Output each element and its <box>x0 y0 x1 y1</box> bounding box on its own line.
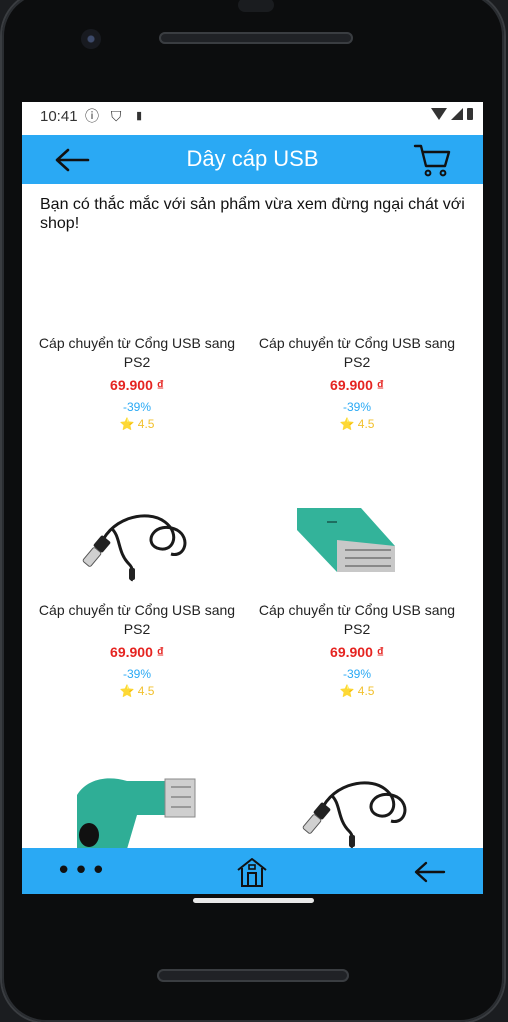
chat-notice: Bạn có thắc mắc với sản phẩm vừa xem đừn… <box>40 196 465 232</box>
gesture-home-bar[interactable] <box>193 898 314 903</box>
wifi-icon <box>431 108 447 120</box>
bottom-back-icon[interactable] <box>414 861 446 883</box>
front-camera <box>81 29 101 49</box>
bottom-bar: ••• <box>22 848 483 894</box>
bottom-speaker <box>157 969 349 982</box>
product-card[interactable]: Cáp chuyển từ Cổng USB sang PS269.900 ₫-… <box>22 242 242 431</box>
earpiece-speaker <box>159 32 353 44</box>
status-system-icons <box>431 108 473 120</box>
product-list[interactable]: Cáp chuyển từ Cổng USB sang PS2 69.900 ₫ -… <box>22 242 483 848</box>
product-card[interactable]: Cáp chuyển từ Cổng USB sang PS269.900 ₫-… <box>242 630 462 848</box>
product-image <box>302 781 407 848</box>
status-bar: 10:41 ⓘ ⛉ ▮ <box>22 102 483 130</box>
status-time: 10:41 <box>40 108 78 125</box>
home-icon[interactable] <box>235 856 269 888</box>
product-card[interactable]: Cáp chuyển từ Cổng USB sang PS269.900 ₫-… <box>242 242 462 431</box>
product-card[interactable]: Cáp chuyển từ Cổng USB sang PS269.900 ₫-… <box>242 363 462 698</box>
top-notch <box>238 0 274 12</box>
product-card[interactable]: Cáp chuyển từ Cổng USB sang PS269.900 ₫-… <box>22 363 242 698</box>
product-card[interactable]: Cáp chuyển từ Cổng USB sang PS269.900 ₫-… <box>22 630 242 848</box>
more-icon[interactable]: ••• <box>56 856 108 886</box>
app-bar: Dây cáp USB <box>22 135 483 184</box>
signal-icon <box>451 108 463 120</box>
product-image <box>77 775 197 848</box>
product-grid: Cáp chuyển từ Cổng USB sang PS2 69.900 ₫ -… <box>22 242 483 848</box>
battery-icon <box>467 108 473 120</box>
product-image <box>297 508 417 582</box>
app-screen: 10:41 ⓘ ⛉ ▮ Dây cáp USB Bạn có thắc mắc … <box>22 102 483 894</box>
product-image <box>82 514 187 582</box>
cart-icon[interactable] <box>412 142 452 178</box>
status-notification-icons: ⓘ ⛉ ▮ <box>85 108 149 124</box>
